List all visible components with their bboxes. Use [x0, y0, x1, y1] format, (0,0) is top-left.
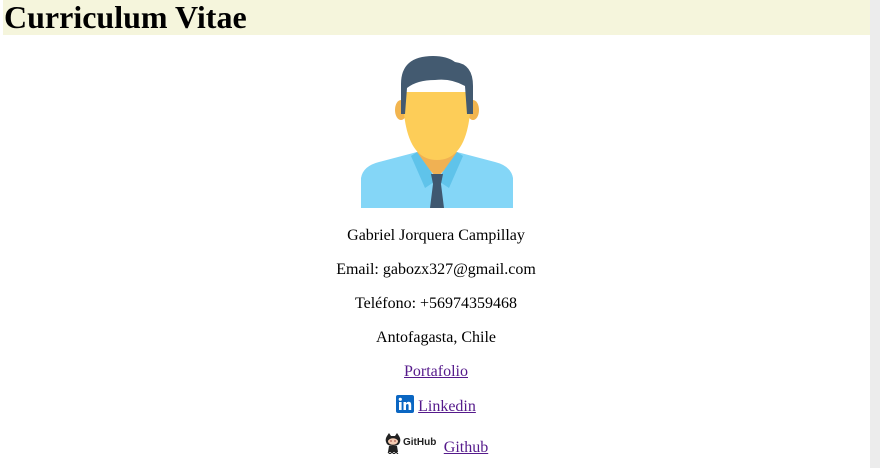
- name-text: Gabriel Jorquera Campillay: [347, 227, 525, 244]
- page-title: Curriculum Vitae: [4, 0, 247, 35]
- linkedin-icon[interactable]: [396, 395, 415, 414]
- phone-text: Teléfono: +56974359468: [354, 295, 518, 312]
- email-text: Email: gabozx327@gmail.com: [336, 261, 536, 278]
- location-text: Antofagasta, Chile: [376, 329, 496, 346]
- linkedin-row: Linkedin: [0, 395, 872, 417]
- github-row: GitHub Github: [0, 433, 872, 458]
- github-icon[interactable]: GitHub: [384, 432, 440, 455]
- portfolio-row: Portafolio: [0, 362, 872, 382]
- page: Curriculum Vitae Gabriel Jorquera Campil…: [0, 0, 880, 468]
- person-avatar-icon: [361, 56, 513, 208]
- github-logo-text: GitHub: [403, 437, 436, 448]
- linkedin-link[interactable]: Linkedin: [418, 398, 476, 415]
- header-bar: Curriculum Vitae: [3, 0, 870, 35]
- portfolio-link[interactable]: Portafolio: [404, 363, 468, 380]
- github-link[interactable]: Github: [444, 439, 488, 456]
